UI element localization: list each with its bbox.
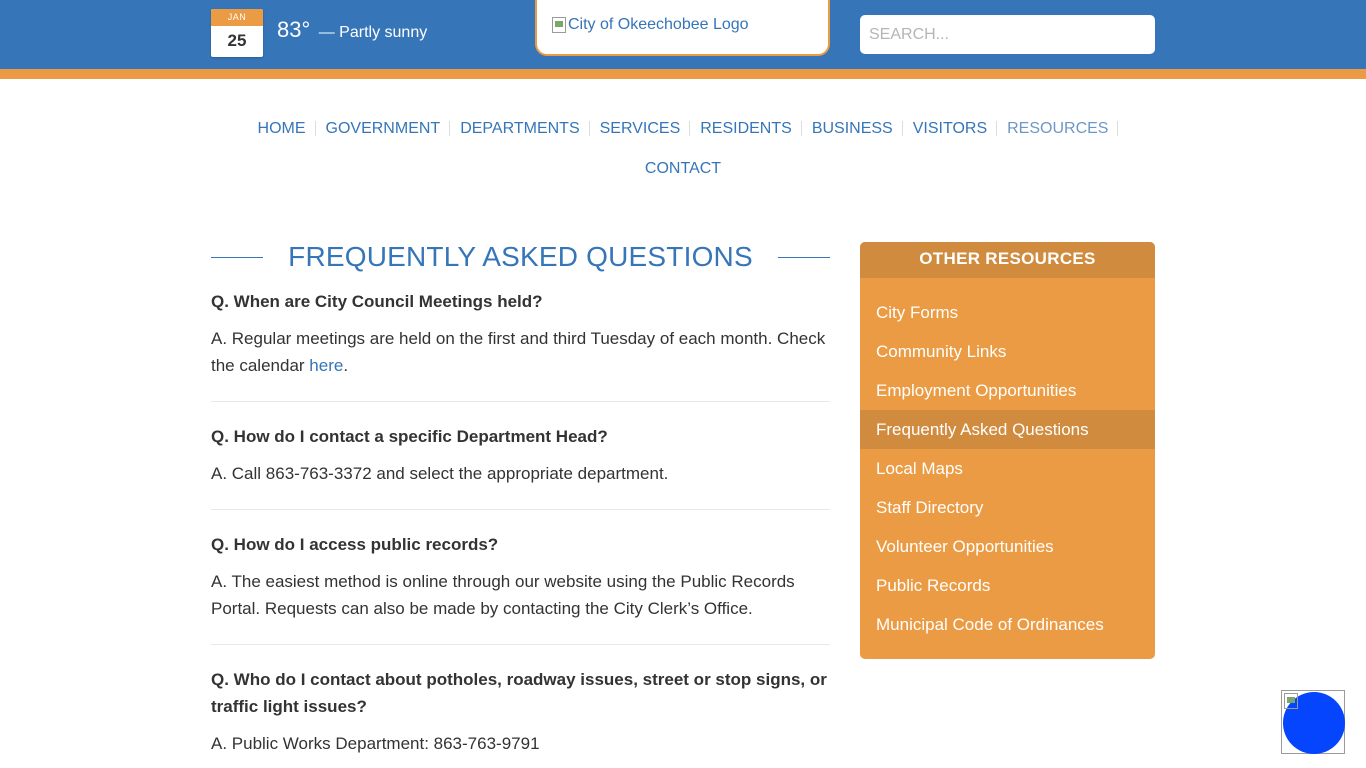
sidebar-item-community-links[interactable]: Community Links — [860, 332, 1155, 371]
sidebar-item-municipal-code[interactable]: Municipal Code of Ordinances — [860, 605, 1155, 644]
faq-item: Q. How do I access public records? A. Th… — [211, 531, 830, 645]
nav-home[interactable]: HOME — [248, 115, 316, 142]
sidebar-item-volunteer[interactable]: Volunteer Opportunities — [860, 527, 1155, 566]
page-title-block: FREQUENTLY ASKED QUESTIONS — [211, 238, 830, 276]
nav-contact[interactable]: CONTACT — [635, 155, 731, 182]
site-logo[interactable]: City of Okeechobee Logo — [552, 16, 749, 34]
faq-list: Q. When are City Council Meetings held? … — [211, 288, 830, 768]
sidebar-item-city-forms[interactable]: City Forms — [860, 293, 1155, 332]
date-badge: JAN 25 — [211, 9, 263, 57]
nav-business[interactable]: BUSINESS — [802, 115, 903, 142]
calendar-link[interactable]: here — [309, 356, 343, 375]
faq-question: Q. Who do I contact about potholes, road… — [211, 670, 827, 716]
faq-answer-text: A. Regular meetings are held on the firs… — [211, 329, 826, 375]
nav-resources[interactable]: RESOURCES — [997, 115, 1119, 142]
faq-answer: A. Regular meetings are held on the firs… — [211, 325, 830, 379]
date-month: JAN — [211, 9, 263, 26]
faq-item: Q. Who do I contact about potholes, road… — [211, 666, 830, 768]
search-input[interactable] — [860, 15, 1155, 54]
nav-visitors[interactable]: VISITORS — [903, 115, 998, 142]
header-accent-strip — [0, 69, 1366, 79]
faq-question: Q. How do I contact a specific Departmen… — [211, 427, 608, 446]
nav-departments[interactable]: DEPARTMENTS — [450, 115, 591, 142]
faq-question: Q. When are City Council Meetings held? — [211, 292, 543, 311]
faq-question: Q. How do I access public records? — [211, 535, 499, 554]
sidebar-item-faq[interactable]: Frequently Asked Questions — [860, 410, 1155, 449]
sidebar-title: OTHER RESOURCES — [860, 242, 1155, 278]
nav-row-secondary: CONTACT — [0, 155, 1366, 182]
other-resources-sidebar: OTHER RESOURCES City Forms Community Lin… — [860, 242, 1155, 659]
sidebar-list: City Forms Community Links Employment Op… — [860, 278, 1155, 644]
logo-alt-text: City of Okeechobee Logo — [568, 16, 749, 33]
nav-residents[interactable]: RESIDENTS — [690, 115, 802, 142]
weather-temperature: 83° — [277, 17, 311, 42]
faq-answer: A. Call 863-763-3372 and select the appr… — [211, 464, 669, 483]
date-day: 25 — [227, 31, 247, 50]
nav-row-primary: HOME GOVERNMENT DEPARTMENTS SERVICES RES… — [0, 115, 1366, 142]
broken-image-icon — [552, 17, 566, 33]
faq-answer: A. The easiest method is online through … — [211, 572, 795, 618]
faq-answer-end: . — [343, 356, 349, 375]
sidebar-item-staff-directory[interactable]: Staff Directory — [860, 488, 1155, 527]
weather-condition: — Partly sunny — [318, 24, 428, 41]
weather-widget: 83° — Partly sunny — [277, 17, 427, 43]
faq-answer: A. Public Works Department: 863-763-9791 — [211, 734, 540, 753]
nav-services[interactable]: SERVICES — [590, 115, 691, 142]
accessibility-widget-button[interactable] — [1281, 690, 1345, 754]
nav-government[interactable]: GOVERNMENT — [316, 115, 451, 142]
main-navigation: HOME GOVERNMENT DEPARTMENTS SERVICES RES… — [0, 115, 1366, 182]
sidebar-item-employment[interactable]: Employment Opportunities — [860, 371, 1155, 410]
title-rule-left — [211, 256, 264, 258]
title-rule-right — [777, 256, 830, 258]
sidebar-item-local-maps[interactable]: Local Maps — [860, 449, 1155, 488]
faq-item: Q. How do I contact a specific Departmen… — [211, 423, 830, 510]
broken-image-icon — [1284, 693, 1298, 709]
page-title: FREQUENTLY ASKED QUESTIONS — [288, 241, 753, 272]
faq-item: Q. When are City Council Meetings held? … — [211, 288, 830, 402]
logo-container[interactable]: City of Okeechobee Logo — [535, 0, 830, 56]
sidebar-item-public-records[interactable]: Public Records — [860, 566, 1155, 605]
